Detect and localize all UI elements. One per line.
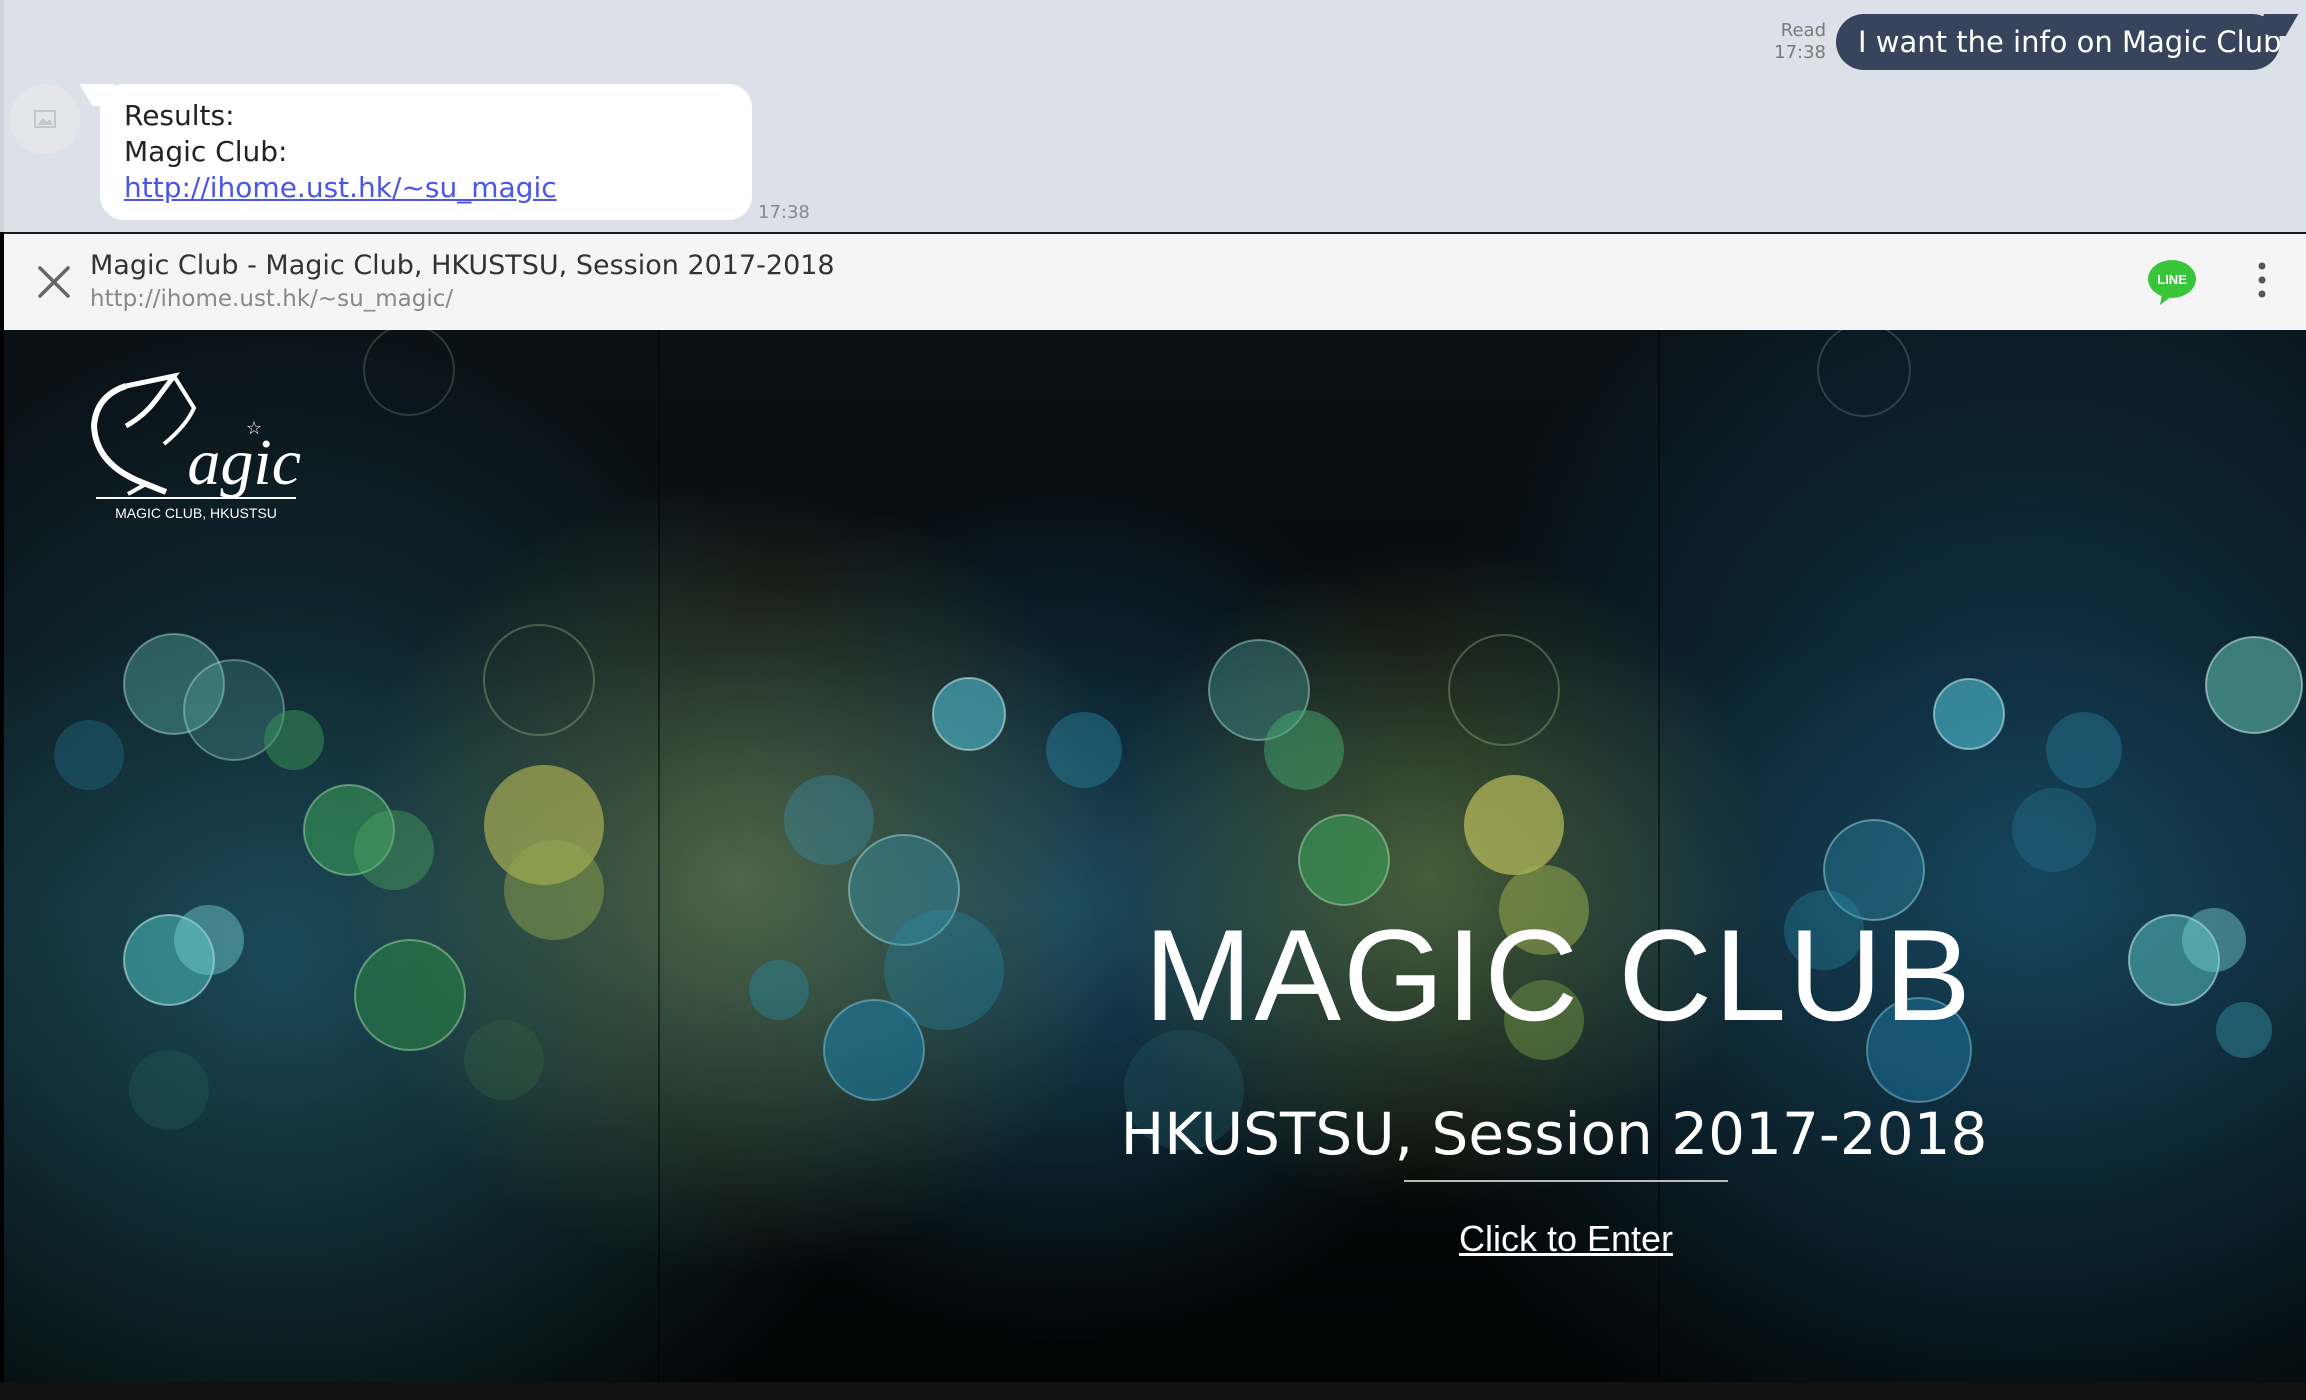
page-url: http://ihome.ust.hk/~su_magic/ (90, 286, 454, 312)
chat-area: Results: Magic Club: http://ihome.ust.hk… (0, 0, 2306, 232)
magic-club-link[interactable]: http://ihome.ust.hk/~su_magic (124, 171, 557, 204)
image-placeholder-icon (34, 110, 56, 128)
logo-subtext: MAGIC CLUB, HKUSTSU (115, 505, 277, 521)
in-app-browser-header: Magic Club - Magic Club, HKUSTSU, Sessio… (4, 232, 2306, 330)
hero-divider (1404, 1180, 1728, 1182)
click-to-enter-link[interactable]: Click to Enter (1404, 1218, 1728, 1260)
outgoing-message-text: I want the info on Magic Club (1858, 25, 2282, 59)
message-link-line: Magic Club: http://ihome.ust.hk/~su_magi… (124, 134, 728, 206)
incoming-timestamp: 17:38 (758, 202, 810, 223)
website-content: agic ☆ MAGIC CLUB, HKUSTSU MAGIC CLUB HK… (4, 330, 2306, 1382)
logo-wordmark: agic (187, 426, 301, 499)
page-title: Magic Club - Magic Club, HKUSTSU, Sessio… (90, 250, 835, 281)
outgoing-timestamp: 17:38 (1774, 42, 1826, 63)
read-label: Read (1780, 20, 1826, 41)
hero-subtitle: HKUSTSU, Session 2017-2018 (1120, 1100, 1988, 1168)
more-options-icon[interactable] (2244, 258, 2280, 306)
panel-seam (658, 330, 660, 1382)
line-app-icon[interactable]: LINE (2146, 258, 2198, 306)
read-receipt: Read 17:38 (1756, 20, 1826, 64)
outgoing-message-bubble: I want the info on Magic Club (1836, 14, 2282, 70)
message-text-results: Results: (124, 99, 235, 132)
hero-title: MAGIC CLUB (1144, 902, 1974, 1048)
star-icon: ☆ (246, 418, 262, 439)
link-label: Magic Club: (124, 135, 288, 168)
incoming-message-bubble: Results: Magic Club: http://ihome.ust.hk… (100, 84, 752, 220)
line-icon-label: LINE (2157, 272, 2187, 287)
magic-club-logo[interactable]: agic ☆ MAGIC CLUB, HKUSTSU (56, 356, 306, 526)
contact-avatar[interactable] (10, 84, 80, 154)
bokeh-background (54, 330, 2303, 1150)
close-icon[interactable] (34, 262, 74, 302)
bottom-edge (0, 1382, 2306, 1400)
